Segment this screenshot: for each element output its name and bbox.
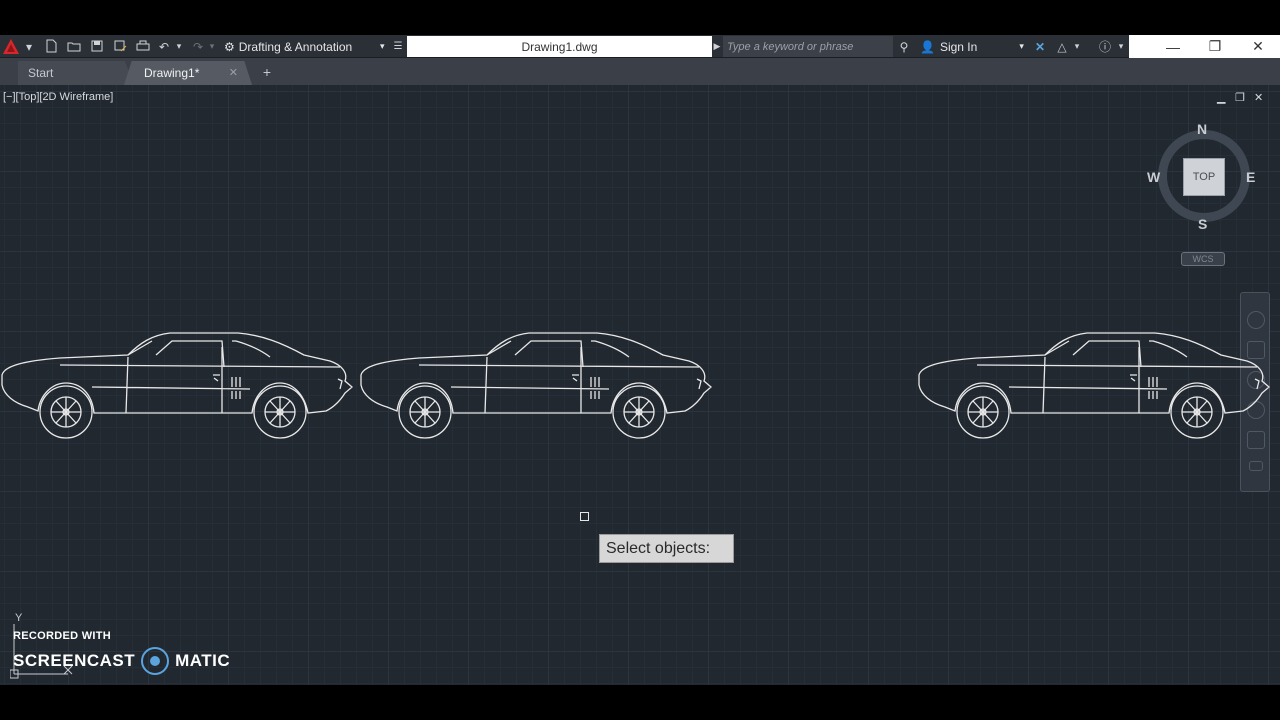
customize-toolbar-icon[interactable]: ☰	[392, 35, 404, 58]
sign-in-label: Sign In	[939, 39, 978, 54]
restore-button[interactable]: ❐	[1194, 35, 1236, 58]
close-button[interactable]: ✕	[1237, 35, 1279, 58]
undo-dropdown-icon[interactable]: ▾	[174, 35, 184, 58]
new-tab-button[interactable]: +	[259, 64, 275, 80]
open-folder-icon[interactable]	[67, 39, 81, 53]
workspace-label: Drafting & Annotation	[238, 39, 353, 54]
tab-drawing1[interactable]: Drawing1* ✕	[124, 61, 252, 85]
user-icon: 👤	[920, 39, 935, 54]
screencast-o-matic-watermark: SCREENCAST MATIC	[13, 647, 230, 675]
close-icon[interactable]: ✕	[229, 66, 238, 79]
autocad-window: ▾ ↶ ▾ ↷ ▾ ⚙ Drafting & Annotation ▾ ☰ Dr…	[0, 0, 1280, 720]
chevron-down-icon[interactable]: ▾	[1072, 35, 1082, 58]
chevron-down-icon: ▾	[1019, 41, 1024, 51]
save-icon[interactable]	[90, 39, 104, 53]
exchange-x-icon[interactable]: ✕	[1032, 35, 1048, 58]
app-menu-chevron-icon[interactable]: ▾	[24, 35, 34, 58]
watermark-recorded-with: RECORDED WITH	[13, 630, 112, 642]
file-tab-bar: Start Drawing1* ✕ +	[0, 58, 1280, 85]
search-input[interactable]: Type a keyword or phrase	[723, 36, 893, 57]
autocad-logo-icon[interactable]	[2, 38, 20, 55]
plot-print-icon[interactable]	[136, 39, 150, 53]
tab-start-label: Start	[28, 66, 54, 80]
record-dot-icon	[141, 647, 170, 675]
gear-icon: ⚙	[224, 39, 235, 54]
chevron-down-icon[interactable]: ▾	[1116, 35, 1126, 58]
car-drawings	[1, 332, 1270, 439]
redo-icon[interactable]: ↷	[190, 35, 206, 58]
watermark-right: MATIC	[175, 651, 231, 670]
title-bar: ▾ ↶ ▾ ↷ ▾ ⚙ Drafting & Annotation ▾ ☰ Dr…	[0, 35, 1280, 58]
pickbox-cursor	[580, 512, 589, 521]
binoculars-icon[interactable]: ⚲	[896, 35, 912, 58]
sign-in-button[interactable]: 👤 Sign In ▾	[920, 35, 1024, 58]
file-title: Drawing1.dwg	[407, 36, 712, 57]
redo-dropdown-icon[interactable]: ▾	[207, 35, 217, 58]
command-prompt-tooltip: Select objects:	[599, 534, 734, 563]
save-as-icon[interactable]	[113, 39, 127, 53]
tab-drawing1-label: Drawing1*	[144, 66, 200, 80]
tab-start[interactable]: Start	[18, 61, 134, 85]
car-drawing-2[interactable]	[360, 332, 712, 439]
chevron-down-icon: ▾	[380, 41, 385, 51]
workspace-switcher[interactable]: ⚙ Drafting & Annotation ▾	[224, 35, 404, 58]
autodesk-a360-icon[interactable]: △	[1054, 35, 1070, 58]
chevron-right-icon[interactable]: ▶	[712, 35, 722, 58]
help-icon[interactable]: ⓘ	[1097, 35, 1113, 58]
ucs-y-label: Y	[15, 612, 23, 624]
car-drawing-3[interactable]	[918, 332, 1270, 439]
new-file-icon[interactable]	[44, 39, 58, 53]
undo-icon[interactable]: ↶	[156, 35, 172, 58]
minimize-button[interactable]: —	[1152, 35, 1194, 58]
watermark-left: SCREENCAST	[13, 651, 136, 670]
car-drawing-1[interactable]	[1, 332, 353, 439]
